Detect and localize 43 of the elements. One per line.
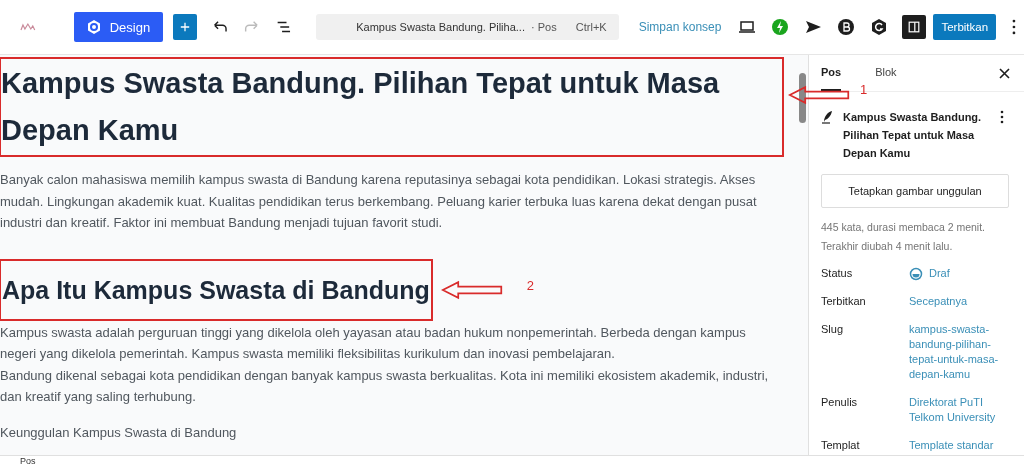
design-button[interactable]: Design: [73, 12, 163, 42]
annotation-number: 1: [860, 81, 868, 97]
field-label: Templat: [821, 438, 861, 453]
field-value-link[interactable]: Direktorat PuTI Telkom University: [909, 395, 1005, 425]
field-value-link[interactable]: Secepatnya: [909, 294, 1005, 309]
arrow-drawing: [788, 84, 850, 107]
featured-image-button[interactable]: Tetapkan gambar unggulan: [821, 174, 1009, 208]
sidebar-tab[interactable]: Pos: [821, 55, 842, 91]
heading[interactable]: Apa Itu Kampus Swasta di Bandung: [1, 260, 431, 319]
sidebar-toggle-button[interactable]: [902, 15, 927, 39]
publish-button[interactable]: Terbitkan: [933, 14, 997, 40]
circle-b-icon[interactable]: [836, 17, 857, 37]
more-options-icon[interactable]: [1012, 19, 1016, 35]
breadcrumb[interactable]: Pos: [20, 456, 36, 465]
post-stats-text: 445 kata, durasi membaca 2 menit.: [821, 220, 986, 235]
field-label: Slug: [821, 322, 845, 337]
field-value-link[interactable]: kampus-swasta-bandung-pilihan-tepat-untuk-masa-depan-kamu: [909, 322, 1005, 382]
lightning-icon[interactable]: [770, 17, 791, 37]
command-bar[interactable]: Kampus Swasta Bandung. Piliha... · Pos Ctrl+K: [316, 14, 619, 40]
post-title[interactable]: Kampus Swasta Bandung. Pilihan Tepat untuk Masa Depan Kamu: [1, 59, 782, 155]
field-label: Penulis: [821, 395, 859, 410]
logo-icon[interactable]: [20, 22, 36, 32]
hexagon-icon: [85, 19, 102, 35]
close-icon[interactable]: [999, 67, 1010, 79]
paragraph[interactable]: Keunggulan Kampus Swasta di Bandung: [0, 421, 796, 443]
save-draft-link[interactable]: Simpan konsep: [638, 20, 722, 34]
post-stats-text: Terakhir diubah 4 menit lalu.: [821, 239, 954, 254]
scrollbar-thumb[interactable]: [798, 73, 806, 123]
half-circle-icon: [909, 266, 923, 281]
arrow-drawing: [440, 278, 503, 301]
field-label: Terbitkan: [821, 294, 867, 309]
paragraph[interactable]: Bandung dikenal sebagai kota pendidikan dengan banyak kampus swasta berkualitas. Kota ini memiliki ekosistem akademik, industri, dan kreatif yang saling terhubung.: [0, 364, 796, 408]
field-label: Status: [821, 266, 854, 281]
quill-icon: [821, 110, 833, 124]
annotation-number: 2: [526, 277, 535, 293]
sidebar-tab[interactable]: Blok: [875, 55, 897, 91]
status-link[interactable]: Draf: [909, 266, 1024, 281]
add-block-button[interactable]: [172, 14, 198, 40]
more-options-icon[interactable]: [1000, 110, 1004, 124]
paragraph[interactable]: Banyak calon mahasiswa memilih kampus swasta di Bandung karena reputasinya sebagai kota pendidikan. Lokasi strategis. Akses mudah. Lingkungan akademik kuat. Kualitas pendidikan terus berkembang. Peluang karier terbuka luas karena dekat dengan pusat industri dan kreatif. Faktor ini membuat Bandung menjadi tujuan favorit studi.: [0, 169, 796, 234]
field-value-link[interactable]: Template standar: [909, 438, 1005, 453]
post-summary-title: Kampus Swasta Bandung. Pilihan Tepat untuk Masa Depan Kamu: [843, 110, 983, 161]
paragraph[interactable]: Kampus swasta adalah perguruan tinggi yang dikelola oleh yayasan atau badan hukum nonpemerintah. Berbeda dengan kampus negeri yang dikelola pemerintah. Kampus swasta memiliki fleksibilitas kurikulum dan inovasi pembelajaran.: [0, 321, 796, 365]
